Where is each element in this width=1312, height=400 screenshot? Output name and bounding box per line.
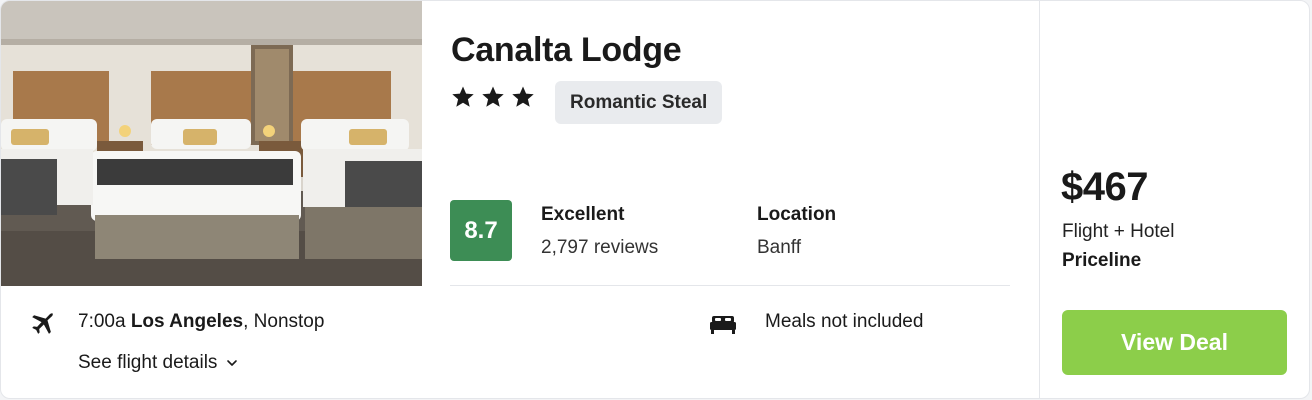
- flight-stops: , Nonstop: [243, 311, 325, 332]
- provider-name: Priceline: [1062, 250, 1142, 271]
- airplane-icon: [32, 312, 54, 334]
- hotel-name[interactable]: Canalta Lodge: [451, 31, 682, 70]
- bed-icon: [710, 316, 736, 334]
- meals-info: Meals not included: [765, 311, 924, 332]
- package-type: Flight + Hotel: [1062, 221, 1175, 242]
- star-icon: [452, 86, 474, 107]
- flight-details-label[interactable]: See flight details: [78, 352, 217, 374]
- view-deal-button[interactable]: View Deal: [1062, 310, 1287, 375]
- rating-score-badge: 8.7: [450, 200, 512, 261]
- hotel-photo[interactable]: [1, 1, 422, 286]
- location-value: Banff: [757, 237, 802, 258]
- star-icon: [512, 86, 534, 107]
- price: $467: [1061, 165, 1148, 209]
- deal-card[interactable]: Canalta Lodge Romantic Steal 8.7 Excelle…: [0, 0, 1310, 399]
- deal-tag-badge: Romantic Steal: [555, 81, 723, 124]
- star-icon: [482, 86, 504, 107]
- chevron-down-icon[interactable]: [225, 356, 239, 370]
- flight-time: 7:00a: [78, 311, 126, 332]
- hotel-info: Canalta Lodge Romantic Steal 8.7 Excelle…: [422, 1, 1039, 286]
- rating-label: Excellent: [541, 204, 625, 225]
- location-title: Location: [757, 204, 837, 225]
- see-flight-details-link[interactable]: See flight details: [78, 352, 239, 374]
- flight-summary: 7:00a Los Angeles, Nonstop: [78, 311, 324, 333]
- review-count[interactable]: 2,797 reviews: [541, 237, 658, 259]
- section-divider: [450, 285, 1010, 286]
- star-rating: [451, 85, 535, 109]
- flight-city: Los Angeles: [130, 311, 244, 332]
- price-column-divider: [1039, 1, 1040, 398]
